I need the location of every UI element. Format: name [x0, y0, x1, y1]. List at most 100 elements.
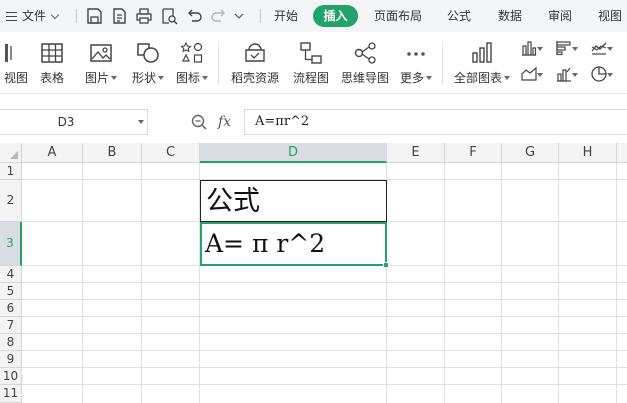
picture-label: 图片: [80, 69, 122, 86]
pie-chart-icon[interactable]: [590, 65, 613, 85]
formula-input-value: A=πr^2: [255, 114, 310, 129]
menu-separator: [260, 9, 261, 23]
ribbon-separator: [218, 42, 219, 84]
mindmap-label: 思维导图: [340, 71, 389, 85]
column-header-e[interactable]: E: [387, 143, 445, 163]
gridline: [22, 299, 627, 300]
tab-data[interactable]: 数据: [494, 5, 526, 27]
insert-function-icon[interactable]: fx: [218, 111, 238, 133]
row-header-4[interactable]: 4: [0, 266, 22, 283]
gridline: [22, 350, 627, 351]
spreadsheet-grid[interactable]: A B C D E F G H 1 2 3 4 5 6 7 8 9 10 11 …: [0, 143, 627, 403]
shape-label: 形状: [126, 69, 170, 86]
formula-input[interactable]: A=πr^2: [244, 109, 627, 135]
fill-handle[interactable]: [383, 262, 389, 268]
icon-button[interactable]: 图标: [172, 36, 212, 90]
more-label: 更多: [396, 69, 436, 86]
bar-chart-icon: [469, 40, 495, 66]
ribbon-separator: [442, 42, 443, 84]
line-chart-icon[interactable]: [590, 39, 613, 59]
undo-icon[interactable]: [184, 6, 204, 26]
gridline: [22, 367, 627, 368]
column-header-g[interactable]: G: [502, 143, 559, 163]
cell-d2-text: 公式: [206, 186, 260, 217]
row-header-9[interactable]: 9: [0, 351, 22, 368]
tab-review[interactable]: 审阅: [544, 5, 576, 27]
quick-access-more-icon[interactable]: [232, 6, 246, 26]
export-pdf-icon[interactable]: [109, 6, 129, 26]
column-header-overflow: [617, 143, 627, 163]
icon-label: 图标: [172, 69, 212, 86]
column-header-d[interactable]: D: [200, 143, 387, 163]
column-header-b[interactable]: B: [83, 143, 142, 163]
name-box-dropdown-icon[interactable]: [138, 120, 144, 124]
view-button[interactable]: 视图: [0, 36, 32, 90]
name-box-value: D3: [57, 115, 75, 129]
daoke-resources-label: 稻壳资源: [230, 71, 279, 85]
ribbon-toolbar: 视图 表格 图片 形状 图标 稻壳资源 流程图 思维导图 更多 全部图表: [0, 32, 627, 94]
table-button[interactable]: 表格: [36, 36, 68, 90]
print-icon[interactable]: [134, 6, 154, 26]
all-charts-button[interactable]: 全部图表: [452, 36, 512, 90]
cell-d3-text: A= π r^2: [205, 229, 326, 258]
shapes-icon: [135, 40, 161, 66]
cell-d2[interactable]: 公式: [200, 180, 387, 222]
row-header-1[interactable]: 1: [0, 163, 22, 180]
row-header-3[interactable]: 3: [0, 222, 22, 266]
row-header-2[interactable]: 2: [0, 180, 22, 222]
flowchart-icon: [298, 40, 324, 66]
file-menu-label: 文件: [22, 9, 47, 23]
select-all-corner[interactable]: [0, 143, 22, 163]
flowchart-button[interactable]: 流程图: [290, 36, 332, 90]
icons-library-icon: [179, 40, 205, 66]
view-icon: [3, 40, 29, 66]
column-chart-icon[interactable]: [520, 39, 543, 59]
flowchart-label: 流程图: [292, 71, 329, 85]
column-header-h[interactable]: H: [559, 143, 617, 163]
picture-icon: [88, 40, 114, 66]
tab-page-layout[interactable]: 页面布局: [370, 5, 426, 27]
tab-view[interactable]: 视图: [594, 5, 626, 27]
formula-bar: D3 fx A=πr^2: [0, 109, 627, 135]
all-charts-label: 全部图表: [452, 69, 512, 86]
bar-chart-horizontal-icon[interactable]: [555, 39, 578, 59]
table-icon: [39, 40, 65, 66]
column-header-c[interactable]: C: [142, 143, 200, 163]
row-header-6[interactable]: 6: [0, 300, 22, 317]
row-header-7[interactable]: 7: [0, 317, 22, 334]
chevron-down-icon: [50, 10, 60, 20]
column-header-a[interactable]: A: [22, 143, 83, 163]
more-button[interactable]: 更多: [396, 36, 436, 90]
table-label: 表格: [39, 71, 64, 85]
gridline: [22, 384, 627, 385]
tab-insert[interactable]: 插入: [313, 5, 358, 27]
more-dots-icon: [403, 40, 429, 66]
menu-separator: [76, 9, 77, 23]
gridline: [22, 333, 627, 334]
mindmap-icon: [352, 40, 378, 66]
cell-d3-selected[interactable]: A= π r^2: [200, 222, 387, 266]
save-icon[interactable]: [84, 6, 104, 26]
area-chart-icon[interactable]: [520, 65, 543, 85]
row-header-11[interactable]: 11: [0, 385, 22, 403]
print-preview-icon[interactable]: [159, 6, 179, 26]
row-header-8[interactable]: 8: [0, 334, 22, 351]
resources-icon: [242, 40, 268, 66]
gridline: [22, 282, 627, 283]
file-menu[interactable]: 文件: [6, 0, 70, 32]
menu-bar: 文件 开始 插入 页面布局 公式 数据 审阅 视图: [0, 0, 627, 32]
daoke-resources-button[interactable]: 稻壳资源: [228, 36, 282, 90]
tab-formulas[interactable]: 公式: [443, 5, 475, 27]
hamburger-icon: [6, 12, 17, 21]
tab-home[interactable]: 开始: [270, 5, 302, 27]
mindmap-button[interactable]: 思维导图: [338, 36, 392, 90]
name-box[interactable]: D3: [0, 109, 148, 135]
row-header-5[interactable]: 5: [0, 283, 22, 300]
redo-icon[interactable]: [209, 6, 229, 26]
zoom-icon[interactable]: [190, 113, 208, 131]
row-header-10[interactable]: 10: [0, 368, 22, 385]
column-header-f[interactable]: F: [445, 143, 502, 163]
shape-button[interactable]: 形状: [126, 36, 170, 90]
picture-button[interactable]: 图片: [80, 36, 122, 90]
stock-chart-icon[interactable]: [555, 65, 578, 85]
